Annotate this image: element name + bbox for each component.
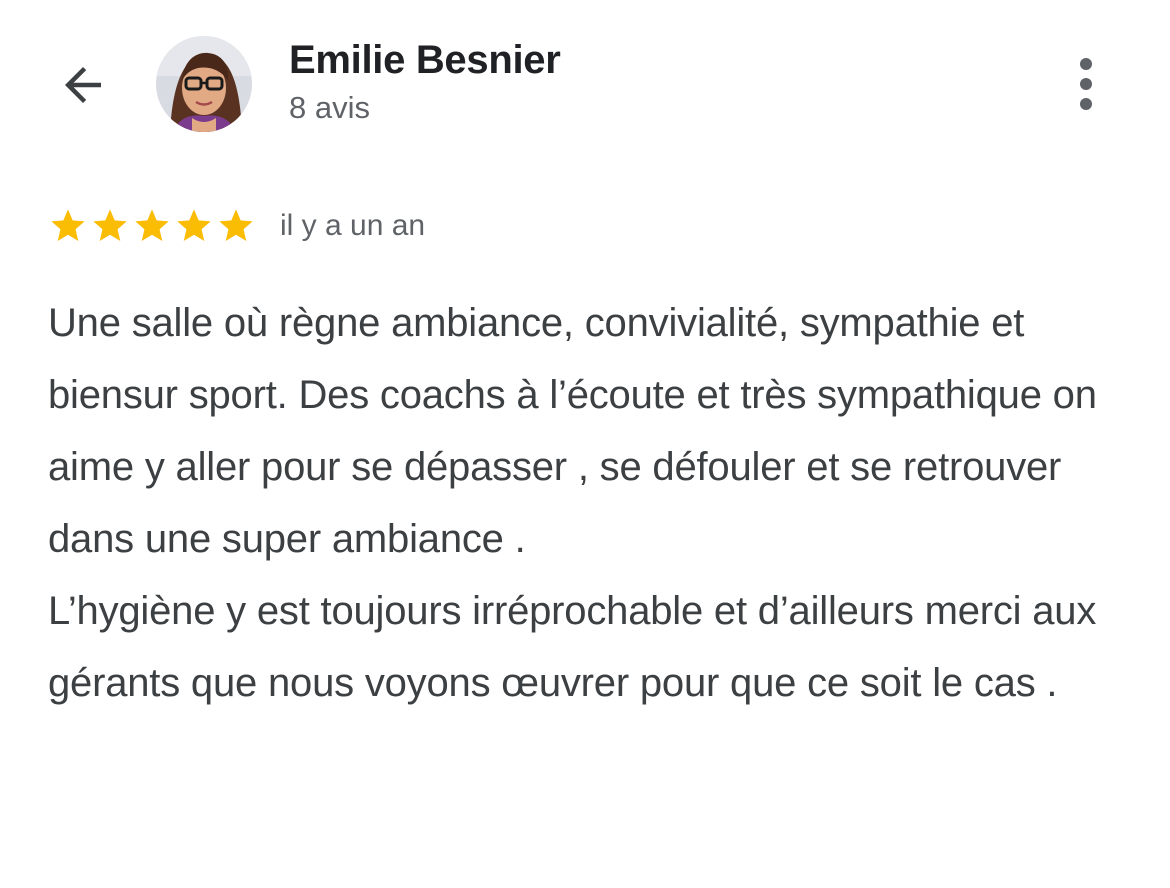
star-rating [48, 206, 256, 246]
more-vert-icon [1080, 58, 1092, 70]
star-icon [51, 209, 85, 241]
more-vert-icon-dot [1080, 78, 1092, 90]
review-header: Emilie Besnier 8 avis [0, 0, 1170, 160]
avatar[interactable] [156, 36, 252, 132]
review-paragraph: Une salle où règne ambiance, convivialit… [48, 301, 1097, 561]
more-vert-icon-dot [1080, 98, 1092, 110]
more-options-button[interactable] [1060, 52, 1112, 116]
review-date: il y a un an [280, 209, 426, 242]
arrow-left-icon [65, 67, 101, 103]
star-icon [177, 209, 211, 241]
star-icon [135, 209, 169, 241]
review-paragraph: L’hygiène y est toujours irréprochable e… [48, 589, 1097, 705]
author-name[interactable]: Emilie Besnier [289, 38, 561, 83]
review-body: Une salle où règne ambiance, convivialit… [48, 287, 1148, 719]
star-icon [219, 209, 253, 241]
back-button[interactable] [50, 52, 116, 118]
star-icon [93, 209, 127, 241]
rating-row: il y a un an [48, 204, 425, 248]
review-count: 8 avis [289, 90, 370, 125]
